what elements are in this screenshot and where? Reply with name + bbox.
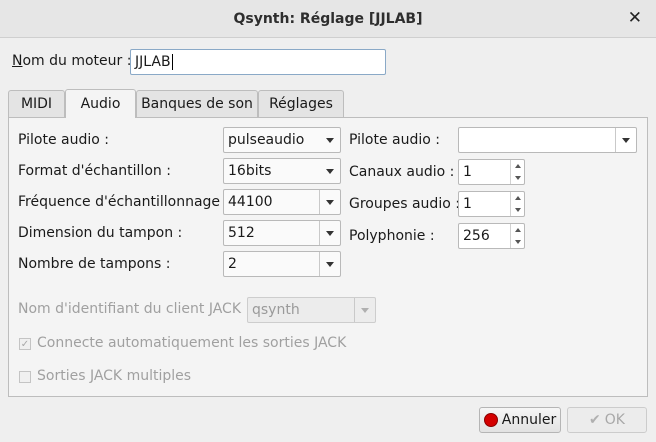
cancel-button[interactable]: Annuler [479,407,561,433]
buffer-size-label: Dimension du tampon : [18,225,183,241]
buffer-count-select[interactable]: 2 [223,251,341,277]
audio-driver-label: Pilote audio : [18,132,109,148]
buffer-count-label: Nombre de tampons : [18,256,171,272]
window-title: Qsynth: Réglage [JJLAB] [233,10,423,27]
audio-driver-2-label: Pilote audio : [349,132,440,148]
jack-client-label: Nom d'identifiant du client JACK : [18,301,251,317]
decrement-icon[interactable] [511,204,524,216]
check-icon: ✓ [20,338,30,350]
engine-name-label: Nom du moteur : [12,53,132,69]
engine-name-input[interactable]: JJLAB [130,49,386,75]
tab-midi[interactable]: MIDI [8,90,65,117]
polyphony-label: Polyphonie : [349,228,435,244]
jack-autoconnect-label: Connecte automatiquement les sorties JAC… [37,335,347,351]
sample-rate-label: Fréquence d'échantillonnage : [18,194,230,210]
chevron-down-icon [326,137,334,143]
chevron-down-icon [326,230,334,236]
ok-button[interactable]: ✔ OK [567,407,647,433]
jack-client-select[interactable]: qsynth [247,297,376,323]
polyphony-spinbox[interactable]: 256 [458,223,525,249]
chevron-down-icon [326,168,334,174]
audio-driver-2-select[interactable] [458,127,637,153]
cancel-icon [483,413,498,427]
chevron-down-icon [326,199,334,205]
chevron-down-icon [326,261,334,267]
buffer-size-select[interactable]: 512 [223,220,341,246]
chevron-down-icon [622,137,630,143]
chevron-down-icon [361,307,369,313]
tab-settings[interactable]: Réglages [258,90,344,117]
decrement-icon[interactable] [511,236,524,248]
audio-groups-spinbox[interactable]: 1 [458,191,525,217]
increment-icon[interactable] [511,192,524,204]
decrement-icon[interactable] [511,172,524,184]
sample-format-select[interactable]: 16bits [223,158,341,184]
audio-groups-label: Groupes audio : [349,196,460,212]
tab-audio[interactable]: Audio [65,89,136,118]
increment-icon[interactable] [511,160,524,172]
checkmark-icon: ✔ [589,412,601,428]
increment-icon[interactable] [511,224,524,236]
sample-format-label: Format d'échantillon : [18,163,171,179]
jack-multi-checkbox[interactable] [19,371,31,383]
audio-channels-spinbox[interactable]: 1 [458,159,525,185]
sample-rate-select[interactable]: 44100 [223,189,341,215]
window-titlebar: Qsynth: Réglage [JJLAB] ✕ [0,0,656,38]
audio-driver-select[interactable]: pulseaudio [223,127,341,153]
audio-channels-label: Canaux audio : [349,164,455,180]
tab-soundfonts[interactable]: Banques de son [136,90,258,117]
jack-autoconnect-checkbox[interactable]: ✓ [19,338,31,350]
close-icon[interactable]: ✕ [628,8,642,28]
jack-multi-label: Sorties JACK multiples [37,368,192,384]
